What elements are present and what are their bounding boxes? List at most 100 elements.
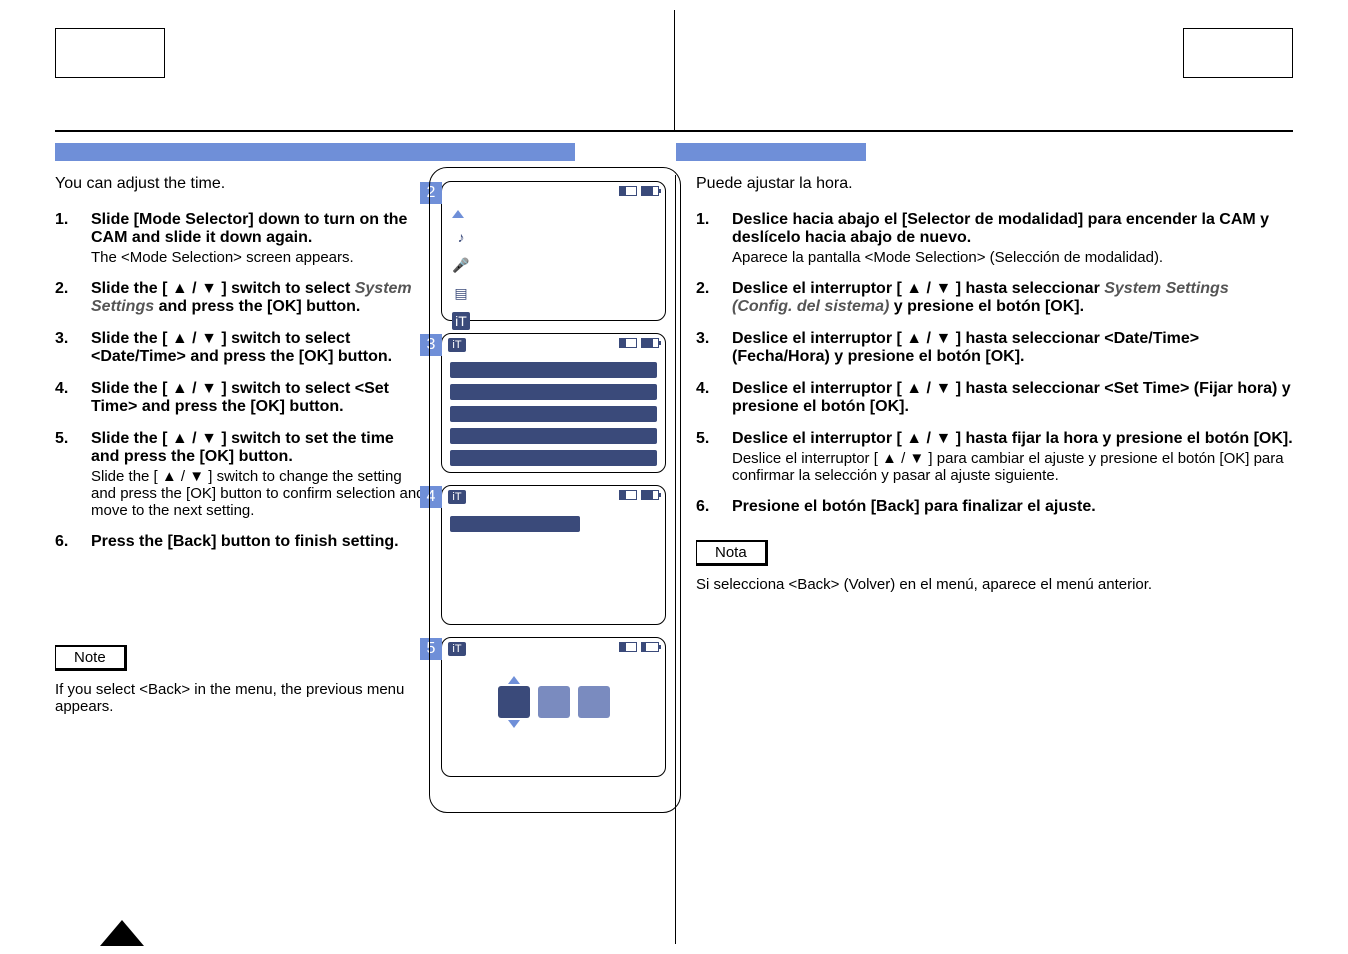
step-text: Deslice el interruptor [ ▲ / ▼ ] hasta s…: [732, 380, 1291, 415]
time-fields: [498, 686, 610, 718]
step-text: Slide the [ ▲ / ▼ ] switch to select <Se…: [91, 380, 389, 415]
note-label-es: Nota: [696, 540, 768, 566]
section-heading-bar-left: [55, 143, 575, 161]
battery-icon: [641, 338, 659, 348]
status-bar: [619, 490, 659, 500]
step-number: 2.: [696, 280, 732, 316]
step-body: Slide the [ ▲ / ▼ ] switch to select <Se…: [91, 380, 425, 416]
status-bar: [619, 338, 659, 348]
screen-tag: 2: [420, 182, 442, 204]
step-text-pre: Deslice el interruptor [ ▲ / ▼ ] hasta s…: [732, 280, 1104, 297]
mode-icon-column: ♪ 🎤 ▤ iT: [452, 210, 470, 330]
menu-item: [450, 362, 657, 378]
step-number: 3.: [55, 330, 91, 366]
device-screen-4: 4 iT: [441, 485, 666, 625]
note-text-es: Si selecciona <Back> (Volver) en el menú…: [696, 576, 1293, 593]
step-2-en: 2. Slide the [ ▲ / ▼ ] switch to select …: [55, 280, 425, 316]
note-label-en: Note: [55, 645, 127, 671]
step-number: 4.: [696, 380, 732, 416]
step-body: Deslice el interruptor [ ▲ / ▼ ] hasta s…: [732, 330, 1293, 366]
settings-icon: iT: [448, 642, 466, 656]
page-nav-arrow-icon: [100, 920, 144, 946]
step-body: Press the [Back] button to finish settin…: [91, 533, 425, 551]
step-3-en: 3. Slide the [ ▲ / ▼ ] switch to select …: [55, 330, 425, 366]
step-body: Slide [Mode Selector] down to turn on th…: [91, 211, 425, 266]
battery-icon: [641, 490, 659, 500]
content-area: You can adjust the time. 1. Slide [Mode …: [55, 175, 1293, 944]
column-english: You can adjust the time. 1. Slide [Mode …: [55, 175, 435, 944]
page-number-box-right: [1183, 28, 1293, 78]
step-text-post: y presione el botón [OK].: [889, 298, 1084, 315]
device-screen-3: 3 iT: [441, 333, 666, 473]
step-subtext: Deslice el interruptor [ ▲ / ▼ ] para ca…: [732, 450, 1293, 484]
page-number-box-left: [55, 28, 165, 78]
step-4-es: 4. Deslice el interruptor [ ▲ / ▼ ] hast…: [696, 380, 1293, 416]
step-text-pre: Slide the [ ▲ / ▼ ] switch to select: [91, 280, 355, 297]
note-text-en: If you select <Back> in the menu, the pr…: [55, 681, 425, 715]
step-text: Deslice el interruptor [ ▲ / ▼ ] hasta f…: [732, 430, 1293, 447]
step-text: Deslice el interruptor [ ▲ / ▼ ] hasta s…: [732, 330, 1199, 365]
step-body: Deslice el interruptor [ ▲ / ▼ ] hasta f…: [732, 430, 1293, 484]
step-3-es: 3. Deslice el interruptor [ ▲ / ▼ ] hast…: [696, 330, 1293, 366]
column-spanish: Puede ajustar la hora. 1. Deslice hacia …: [675, 175, 1293, 944]
battery-icon: [641, 642, 659, 652]
step-body: Deslice hacia abajo el [Selector de moda…: [732, 211, 1293, 266]
step-5-es: 5. Deslice el interruptor [ ▲ / ▼ ] hast…: [696, 430, 1293, 484]
step-number: 3.: [696, 330, 732, 366]
step-1-es: 1. Deslice hacia abajo el [Selector de m…: [696, 211, 1293, 266]
step-text: Slide the [ ▲ / ▼ ] switch to select <Da…: [91, 330, 392, 365]
step-text: Presione el botón [Back] para finalizar …: [732, 498, 1096, 515]
menu-item: [450, 384, 657, 400]
file-icon: ▤: [452, 284, 470, 302]
voice-icon: 🎤: [452, 256, 470, 274]
status-bar: [619, 642, 659, 652]
settings-icon: iT: [448, 338, 466, 352]
step-body: Slide the [ ▲ / ▼ ] switch to select <Da…: [91, 330, 425, 366]
battery-icon: [641, 186, 659, 196]
step-text: Slide the [ ▲ / ▼ ] switch to set the ti…: [91, 430, 394, 465]
step-number: 5.: [696, 430, 732, 484]
section-heading-bar-right: [676, 143, 866, 161]
step-subtext: The <Mode Selection> screen appears.: [91, 249, 425, 266]
screen-tag: 3: [420, 334, 442, 356]
time-field-ampm: [578, 686, 610, 718]
step-text: Slide [Mode Selector] down to turn on th…: [91, 211, 407, 246]
device-screen-2: 2 ♪ 🎤 ▤ iT: [441, 181, 666, 321]
status-bar: [619, 186, 659, 196]
step-body: Slide the [ ▲ / ▼ ] switch to set the ti…: [91, 430, 425, 519]
screen-tag: 5: [420, 638, 442, 660]
settings-icon: iT: [448, 490, 466, 504]
step-text-post: and press the [OK] button.: [154, 298, 360, 315]
step-number: 6.: [55, 533, 91, 551]
memory-icon: [619, 338, 637, 348]
menu-rows: [450, 362, 657, 466]
step-number: 1.: [55, 211, 91, 266]
step-5-en: 5. Slide the [ ▲ / ▼ ] switch to set the…: [55, 430, 425, 519]
memory-icon: [619, 490, 637, 500]
step-number: 6.: [696, 498, 732, 516]
step-body: Slide the [ ▲ / ▼ ] switch to select Sys…: [91, 280, 425, 316]
time-field-minute: [538, 686, 570, 718]
step-subtext: Aparece la pantalla <Mode Selection> (Se…: [732, 249, 1293, 266]
step-text: Deslice hacia abajo el [Selector de moda…: [732, 211, 1269, 246]
menu-item: [450, 428, 657, 444]
menu-item: [450, 516, 580, 532]
horizontal-rule: [55, 130, 1293, 132]
intro-text-es: Puede ajustar la hora.: [696, 175, 1293, 193]
step-6-en: 6. Press the [Back] button to finish set…: [55, 533, 425, 551]
time-setting-area: [442, 686, 665, 718]
step-body: Presione el botón [Back] para finalizar …: [732, 498, 1293, 516]
column-screenshots: 2 ♪ 🎤 ▤ iT 3 iT: [435, 175, 675, 944]
step-2-es: 2. Deslice el interruptor [ ▲ / ▼ ] hast…: [696, 280, 1293, 316]
menu-item: [450, 406, 657, 422]
menu-item: [450, 450, 657, 466]
step-1-en: 1. Slide [Mode Selector] down to turn on…: [55, 211, 425, 266]
step-4-en: 4. Slide the [ ▲ / ▼ ] switch to select …: [55, 380, 425, 416]
screen-tag: 4: [420, 486, 442, 508]
step-number: 2.: [55, 280, 91, 316]
settings-icon: iT: [452, 312, 470, 330]
memory-icon: [619, 642, 637, 652]
step-number: 4.: [55, 380, 91, 416]
step-number: 1.: [696, 211, 732, 266]
page-root: You can adjust the time. 1. Slide [Mode …: [0, 0, 1348, 954]
